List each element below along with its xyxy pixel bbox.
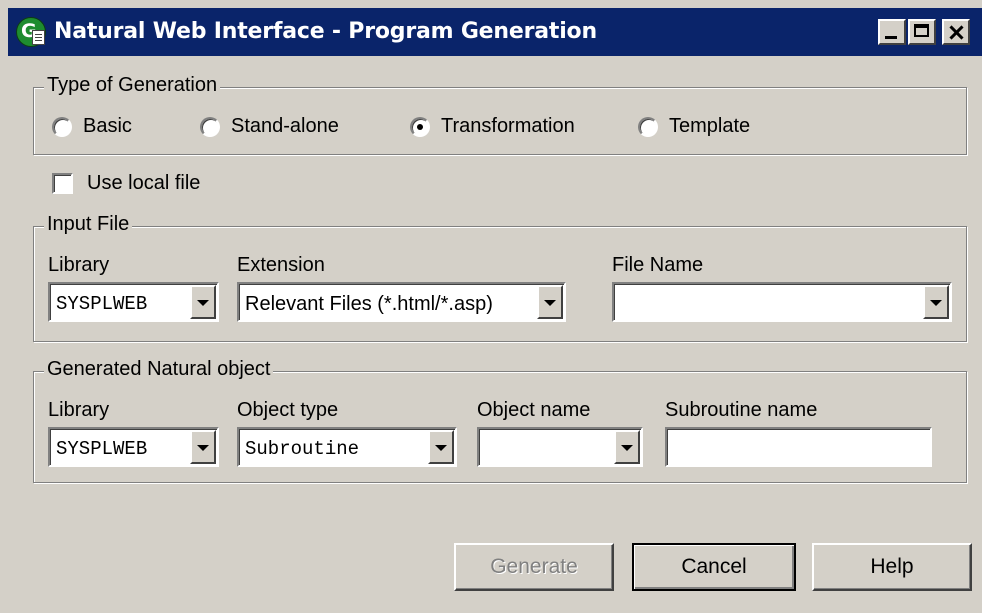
object-type-combo[interactable]: Subroutine [237,427,457,467]
radio-template[interactable]: Template [638,115,750,138]
radio-basic-indicator[interactable] [52,116,72,137]
program-generation-dialog: G Natural Web Interface - Program Genera… [0,0,982,613]
subroutine-name-input[interactable] [665,427,932,467]
object-type-label: Object type [237,399,339,421]
extension-value: Relevant Files (*.html/*.asp) [245,293,493,315]
radio-transformation-indicator[interactable] [410,116,430,137]
extension-label: Extension [237,254,325,276]
natural-app-icon: G [16,17,46,47]
extension-combo[interactable]: Relevant Files (*.html/*.asp) [237,282,566,322]
output-library-combo[interactable]: SYSPLWEB [48,427,219,467]
maximize-button[interactable] [908,19,936,45]
radio-stand-alone-label: Stand-alone [231,115,339,137]
generate-button[interactable]: Generate [454,543,614,591]
input-library-value: SYSPLWEB [56,293,148,315]
object-type-value: Subroutine [245,438,360,460]
use-local-file-box[interactable] [52,173,73,194]
generated-object-group: Generated Natural object Library SYSPLWE… [33,358,967,483]
input-library-label: Library [48,254,110,276]
chevron-down-icon[interactable] [428,430,454,464]
window-title: Natural Web Interface - Program Generati… [54,19,597,44]
generated-object-legend: Generated Natural object [44,358,274,381]
input-file-group: Input File Library SYSPLWEB Extension Re… [33,213,967,342]
type-of-generation-group: Type of Generation Basic Stand-alone Tra… [33,74,967,155]
radio-stand-alone-indicator[interactable] [200,116,220,137]
output-library-value: SYSPLWEB [56,438,148,460]
radio-basic-label: Basic [83,115,132,137]
radio-basic[interactable]: Basic [52,115,132,138]
radio-stand-alone[interactable]: Stand-alone [200,115,339,138]
chevron-down-icon[interactable] [190,285,216,319]
minimize-button[interactable] [878,19,906,45]
input-file-legend: Input File [44,213,133,236]
subroutine-name-label: Subroutine name [665,399,818,421]
file-name-label: File Name [612,254,704,276]
chevron-down-icon[interactable] [190,430,216,464]
title-bar[interactable]: G Natural Web Interface - Program Genera… [8,8,982,56]
radio-template-label: Template [669,115,751,137]
use-local-file-checkbox[interactable]: Use local file [52,172,200,195]
chevron-down-icon[interactable] [923,285,949,319]
object-name-label: Object name [477,399,591,421]
use-local-file-label: Use local file [87,172,201,194]
radio-transformation[interactable]: Transformation [410,115,575,138]
radio-template-indicator[interactable] [638,116,658,137]
chevron-down-icon[interactable] [537,285,563,319]
output-library-label: Library [48,399,110,421]
radio-transformation-label: Transformation [441,115,575,137]
object-name-combo[interactable] [477,427,643,467]
input-library-combo[interactable]: SYSPLWEB [48,282,219,322]
type-of-generation-legend: Type of Generation [44,74,221,97]
chevron-down-icon[interactable] [614,430,640,464]
file-name-combo[interactable] [612,282,952,322]
cancel-button[interactable]: Cancel [632,543,796,591]
help-button[interactable]: Help [812,543,972,591]
close-button[interactable] [942,19,970,45]
